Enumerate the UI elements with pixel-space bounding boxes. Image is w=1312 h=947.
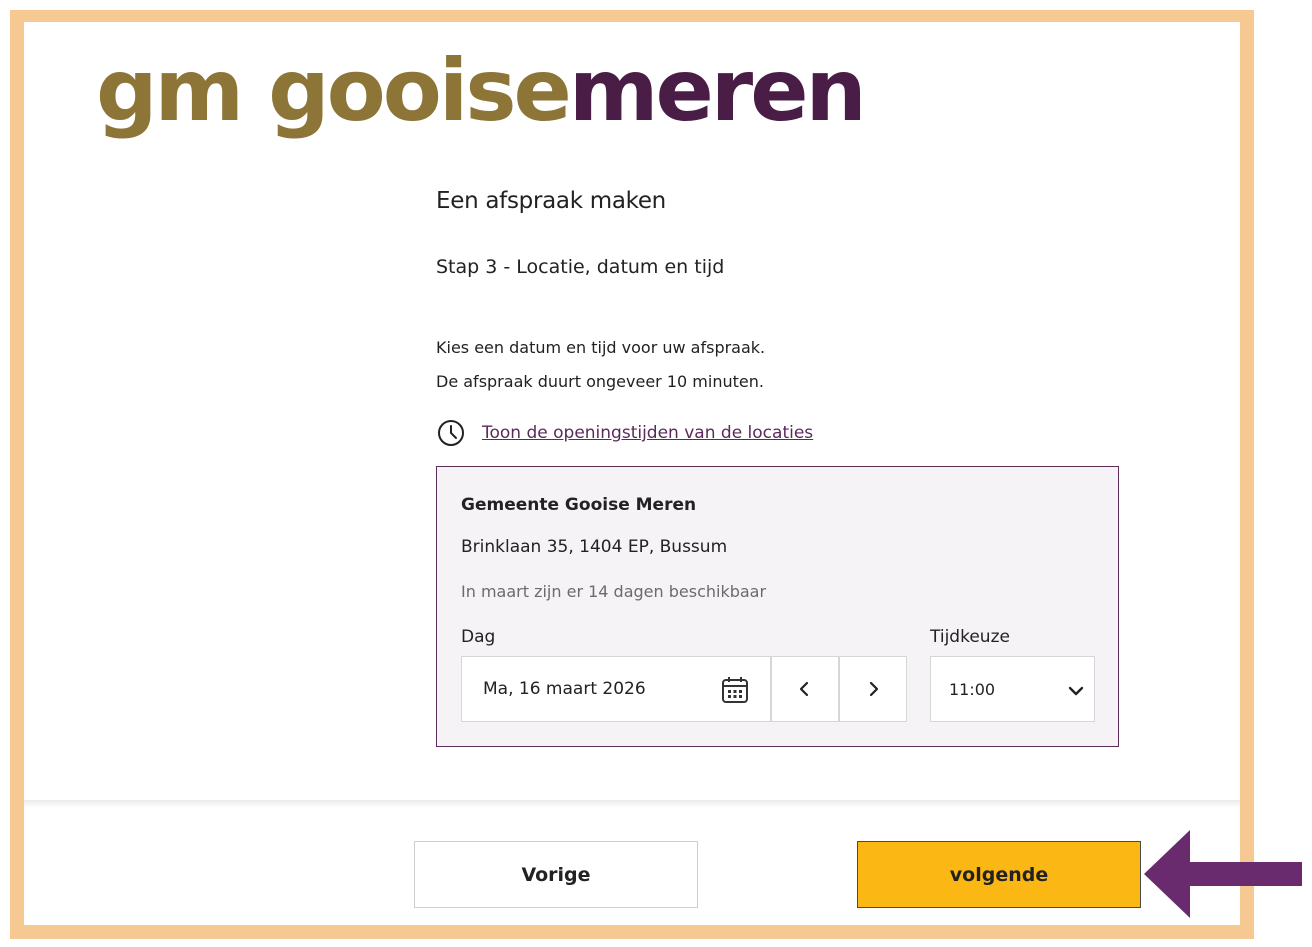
chevron-down-icon: [1068, 686, 1084, 696]
time-select[interactable]: 11:00: [930, 656, 1095, 722]
logo-wordmark: gm gooisemeren: [96, 36, 867, 146]
chevron-left-icon: [799, 681, 809, 697]
date-input[interactable]: Ma, 16 maart 2026: [461, 656, 771, 722]
logo: gm gooisemeren: [96, 36, 867, 146]
time-label: Tijdkeuze: [930, 627, 1010, 647]
clock-icon: [438, 420, 464, 446]
logo-word-meren: meren: [568, 41, 867, 141]
location-address: Brinklaan 35, 1404 EP, Bussum: [461, 537, 728, 557]
time-value: 11:00: [949, 680, 996, 699]
previous-day-button[interactable]: [771, 656, 839, 722]
page-title: Een afspraak maken: [436, 188, 666, 214]
location-name: Gemeente Gooise Meren: [461, 495, 697, 515]
date-value: Ma, 16 maart 2026: [483, 679, 646, 699]
opening-hours-link[interactable]: Toon de openingstijden van de locaties: [482, 423, 813, 443]
availability-text: In maart zijn er 14 dagen beschikbaar: [461, 582, 767, 601]
intro-text-2: De afspraak duurt ongeveer 10 minuten.: [436, 372, 764, 391]
next-day-button[interactable]: [839, 656, 907, 722]
previous-button[interactable]: Vorige: [414, 841, 698, 908]
intro-text-1: Kies een datum en tijd voor uw afspraak.: [436, 338, 766, 357]
pointer-arrow-icon: [1144, 830, 1302, 918]
logo-word-gooise: gooise: [268, 41, 572, 141]
calendar-icon[interactable]: [720, 675, 750, 705]
opening-hours-row: Toon de openingstijden van de locaties: [436, 418, 813, 448]
footer-divider: [24, 800, 1240, 808]
logo-mark: gm: [96, 41, 244, 141]
next-button[interactable]: volgende: [857, 841, 1141, 908]
step-heading: Stap 3 - Locatie, datum en tijd: [436, 256, 725, 278]
day-label: Dag: [461, 627, 496, 647]
chevron-right-icon: [869, 681, 879, 697]
location-card: Gemeente Gooise Meren Brinklaan 35, 1404…: [436, 466, 1119, 747]
